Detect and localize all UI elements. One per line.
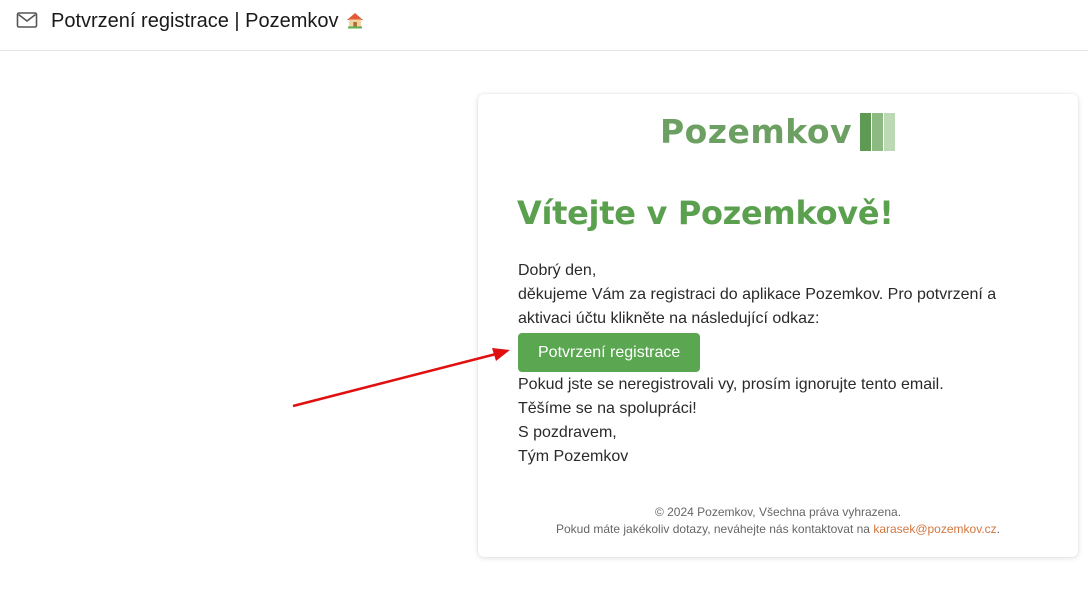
email-body: Dobrý den, děkujeme Vám za registraci do… <box>518 259 1048 469</box>
greeting-text: Dobrý den, <box>518 262 597 279</box>
footer-copyright: © 2024 Pozemkov, Všechna práva vyhrazena… <box>654 505 902 519</box>
house-icon <box>346 13 363 29</box>
contact-email-link[interactable]: karasek@pozemkov.cz <box>873 522 996 536</box>
logo-bars-icon <box>860 112 896 151</box>
intro-text-line2: aktivaci účtu klikněte na následující od… <box>518 310 820 327</box>
footer-period: . <box>996 522 1000 536</box>
footer-contact-text: Pokud máte jakékoliv dotazy, neváhejte n… <box>556 522 870 536</box>
email-card: Pozemkov Vítejte v Pozemkově! Dobrý den,… <box>478 94 1078 557</box>
regards-text: S pozdravem, <box>518 424 617 441</box>
footer-contact: Pokud máte jakékoliv dotazy, neváhejte n… <box>478 521 1078 538</box>
mail-icon <box>16 12 38 28</box>
signature-text: Tým Pozemkov <box>518 448 629 465</box>
email-footer: © 2024 Pozemkov, Všechna práva vyhrazena… <box>478 504 1078 538</box>
intro-text-line1: děkujeme Vám za registraci do aplikace P… <box>518 286 997 303</box>
brand-logo: Pozemkov <box>478 112 1078 156</box>
confirm-registration-button[interactable]: Potvrzení registrace <box>518 333 701 372</box>
ignore-note-text: Pokud jste se neregistrovali vy, prosím … <box>518 376 944 393</box>
looking-forward-text: Těšíme se na spolupráci! <box>518 400 697 417</box>
email-subject: Potvrzení registrace | Pozemkov <box>51 10 365 33</box>
email-subject-text: Potvrzení registrace | Pozemkov <box>51 10 339 32</box>
email-header: Potvrzení registrace | Pozemkov <box>0 0 1088 51</box>
welcome-heading: Vítejte v Pozemkově! <box>517 194 894 232</box>
logo-text: Pozemkov <box>659 112 853 151</box>
